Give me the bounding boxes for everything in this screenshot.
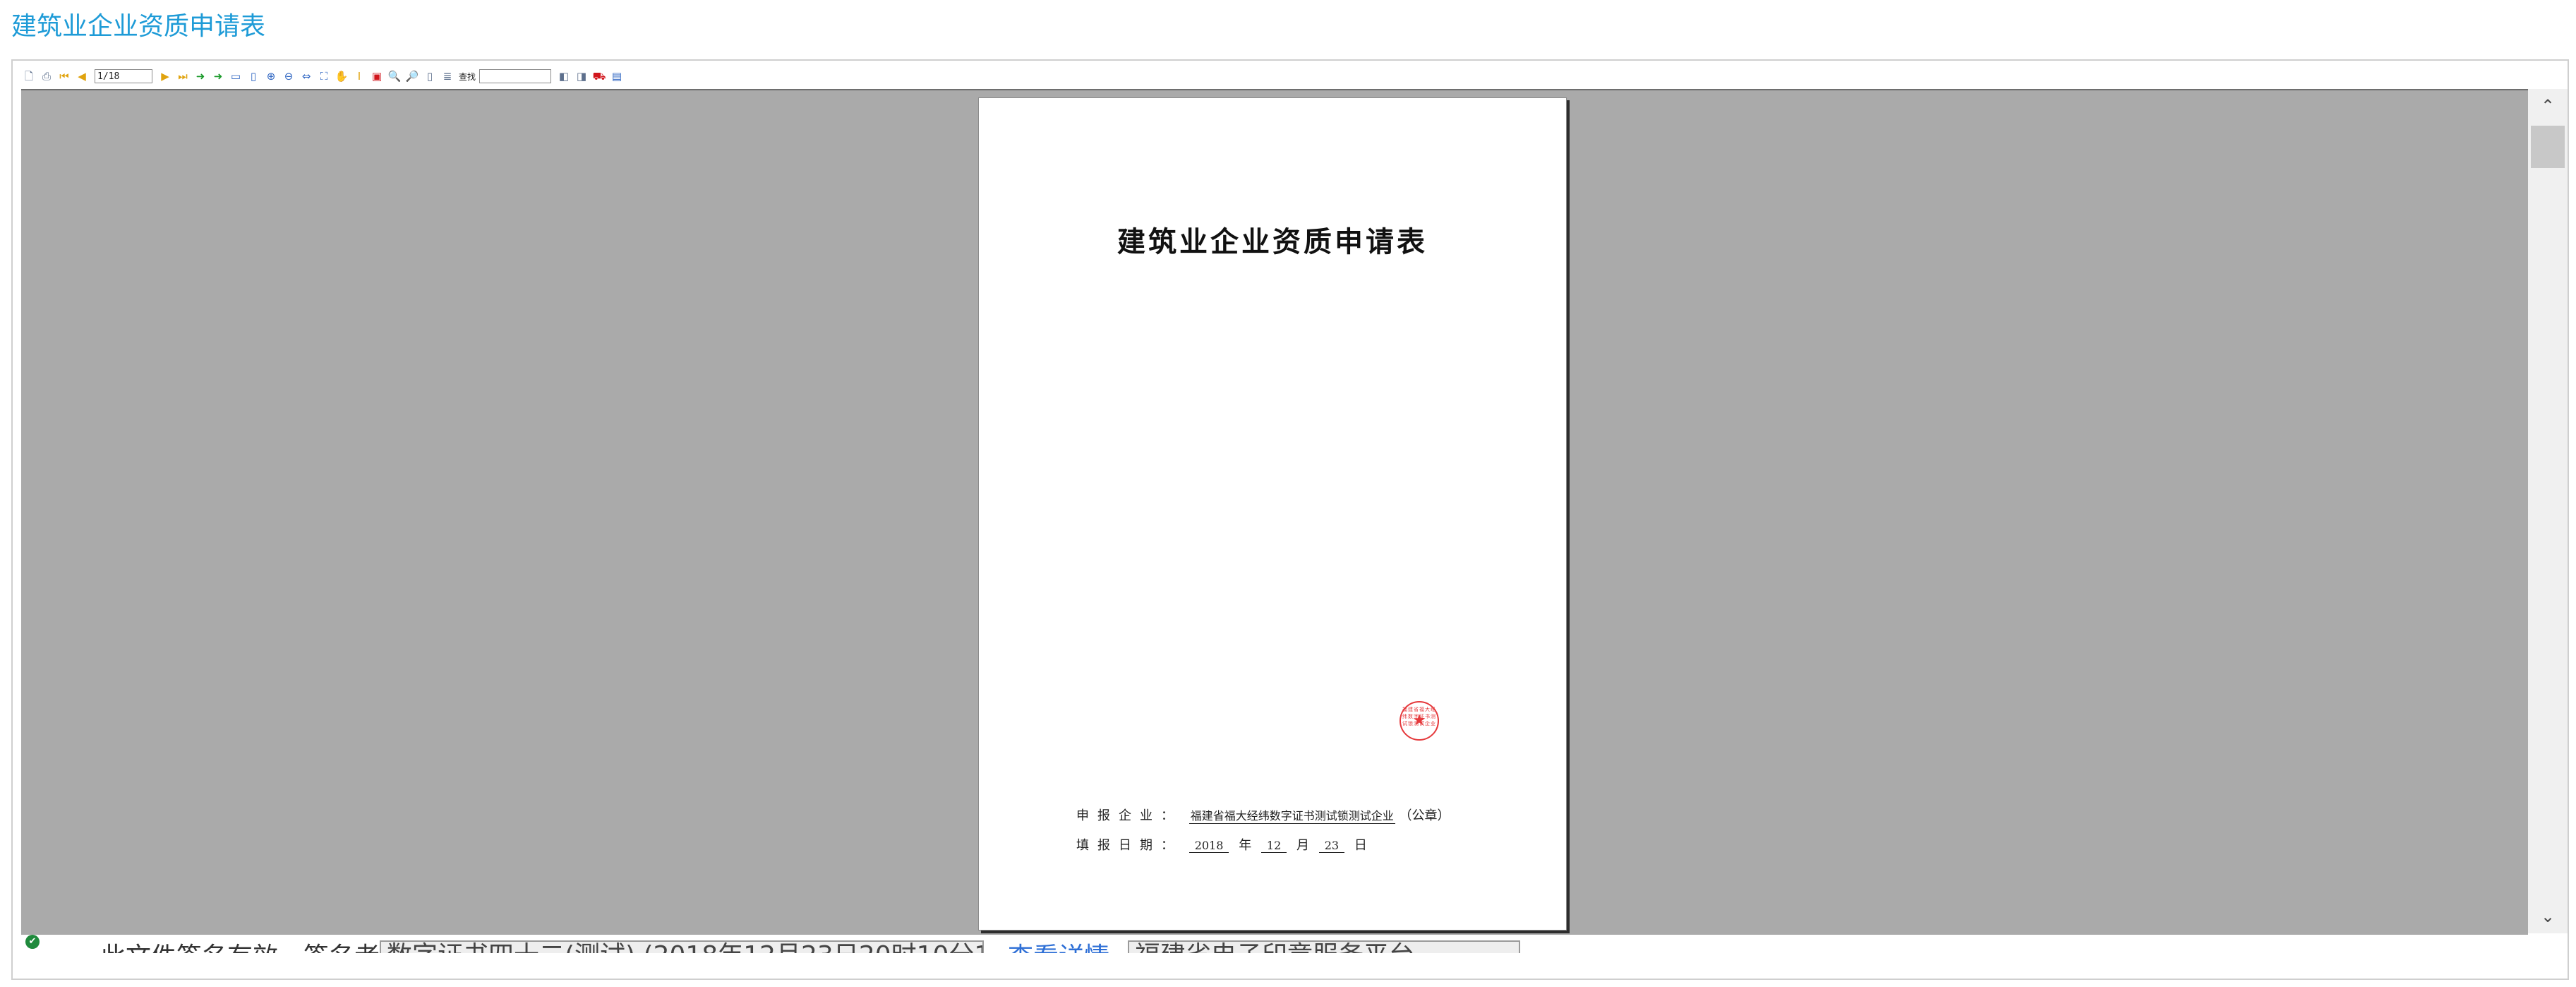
applicant-value: 福建省福大经纬数字证书测试锁测试企业: [1188, 806, 1395, 824]
print-icon[interactable]: ⎙: [39, 68, 54, 84]
find-prev-icon[interactable]: ◧: [556, 68, 572, 84]
forward-icon[interactable]: ➜: [193, 68, 208, 84]
signer-select[interactable]: 数字证书四十二(测试) (2018年12月23日20时10分1秒): [380, 940, 984, 953]
signature-status-bar: ✔ 此文件签名有效，签名者： 数字证书四十二(测试) (2018年12月23日2…: [21, 935, 2559, 953]
hand-tool-icon[interactable]: ✋: [334, 68, 349, 84]
text-select-icon[interactable]: Ⅰ: [351, 68, 367, 84]
stamp-icon[interactable]: ⛟: [591, 68, 607, 84]
seal-star-icon: ★: [1412, 712, 1426, 729]
find-input[interactable]: [479, 69, 552, 83]
signature-status-text: 此文件签名有效，签名者：: [100, 943, 405, 954]
pdf-viewer: 🗋⎙⏮◀▶⏭➜➜▭▯⊕⊖⇔⛶✋Ⅰ▣🔍🔎▯≣查找◧◨⛟▤ 建筑业企业资质申请表 福…: [11, 59, 2569, 980]
page-title: 建筑业企业资质申请表: [11, 12, 266, 41]
zoom-in-plus-icon[interactable]: ⊕: [263, 68, 279, 84]
find-label: 查找: [459, 71, 476, 82]
date-month-unit: 月: [1296, 838, 1310, 853]
first-page-icon[interactable]: ⏮: [56, 68, 72, 84]
scroll-up-icon[interactable]: ⌃: [2528, 89, 2568, 123]
last-page-icon[interactable]: ⏭: [175, 68, 191, 84]
applicant-suffix: （公章）: [1399, 808, 1450, 823]
viewer-toolbar: 🗋⎙⏮◀▶⏭➜➜▭▯⊕⊖⇔⛶✋Ⅰ▣🔍🔎▯≣查找◧◨⛟▤: [21, 68, 2559, 85]
view-details-link[interactable]: 查看详情: [1008, 943, 1109, 954]
list-icon[interactable]: ≣: [440, 68, 455, 84]
date-row: 填报日期： 2018 年 12 月 23 日: [1076, 835, 1373, 854]
applicant-label: 申报企业：: [1076, 808, 1182, 823]
zoom-out-minus-icon[interactable]: ⊖: [281, 68, 296, 84]
properties-icon[interactable]: ▤: [609, 68, 625, 84]
scroll-down-icon[interactable]: ⌄: [2528, 899, 2568, 933]
applicant-row: 申报企业： 福建省福大经纬数字证书测试锁测试企业 （公章）: [1076, 806, 1450, 824]
date-day-unit: 日: [1354, 838, 1367, 853]
scroll-thumb[interactable]: [2531, 126, 2565, 168]
date-year-unit: 年: [1239, 838, 1252, 853]
next-page-icon[interactable]: ▶: [157, 68, 173, 84]
fit-page-icon[interactable]: ⛶: [316, 68, 332, 84]
red-seal-stamp: 福建省福大经纬数字证书测试锁测试企业 ★: [1400, 701, 1439, 741]
prev-page-icon[interactable]: ◀: [74, 68, 90, 84]
zoom-in-icon[interactable]: 🔍: [387, 68, 402, 84]
vertical-scrollbar[interactable]: ⌃ ⌄: [2528, 89, 2568, 933]
back-icon[interactable]: ➜: [210, 68, 226, 84]
fit-width-icon[interactable]: ⇔: [299, 68, 314, 84]
single-page-icon[interactable]: ▭: [228, 68, 243, 84]
document-title: 建筑业企业资质申请表: [1117, 225, 1428, 258]
date-month: 12: [1260, 839, 1287, 853]
date-label: 填报日期：: [1076, 838, 1182, 853]
platform-select[interactable]: 福建省电子印章服务平台: [1128, 940, 1520, 953]
signature-valid-icon: ✔: [25, 935, 40, 949]
zoom-out-icon[interactable]: 🔎: [404, 68, 420, 84]
date-day: 23: [1318, 839, 1345, 853]
page-number-input[interactable]: [95, 69, 152, 83]
document-viewport[interactable]: 建筑业企业资质申请表 福建省福大经纬数字证书测试锁测试企业 ★ 申报企业： 福建…: [21, 89, 2528, 935]
page-icon[interactable]: ▯: [422, 68, 438, 84]
two-page-icon[interactable]: ▯: [246, 68, 261, 84]
export-icon[interactable]: 🗋: [21, 68, 37, 84]
document-page: 建筑业企业资质申请表 福建省福大经纬数字证书测试锁测试企业 ★ 申报企业： 福建…: [978, 97, 1567, 931]
date-year: 2018: [1188, 839, 1229, 853]
find-next-icon[interactable]: ◨: [574, 68, 589, 84]
snapshot-icon[interactable]: ▣: [369, 68, 385, 84]
